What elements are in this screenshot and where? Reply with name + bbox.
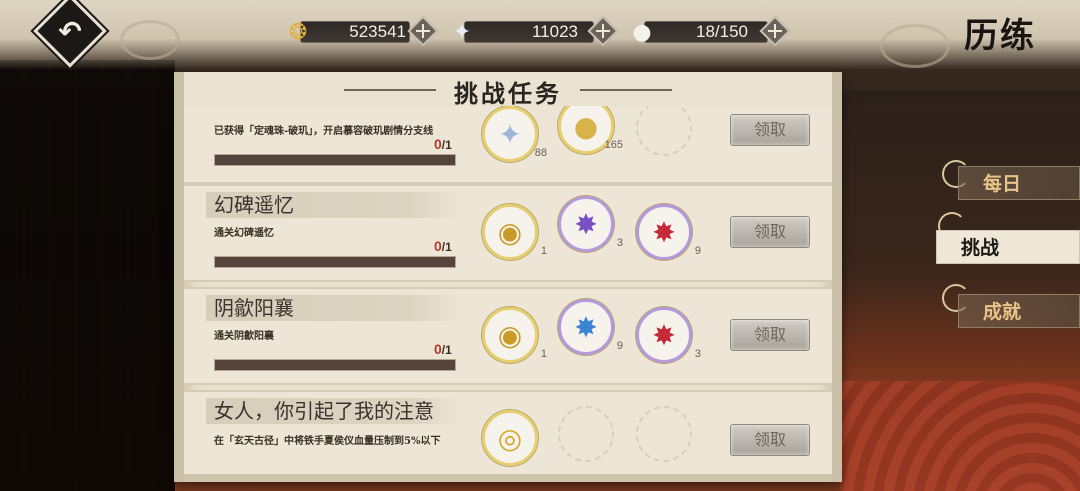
resource-crystals: ✦ 11023 xyxy=(446,15,619,47)
challenge-task-panel: 已获得「定魂珠-破玑」，开启慕容破玑剧情分支线 0/1 ✦ 88 ● 165 领取 … xyxy=(174,72,842,482)
reward-red-crystal[interactable]: ✸ 9 xyxy=(636,204,701,260)
reward-red-crystal[interactable]: ✸ 3 xyxy=(636,307,701,363)
tab-challenge[interactable]: 挑战 xyxy=(936,230,1080,264)
panel-title: 挑战任务 xyxy=(454,79,562,108)
stamina-value: 18/150 xyxy=(696,22,748,41)
claim-button[interactable]: 领取 xyxy=(730,319,810,351)
task-progress-bar xyxy=(214,256,456,268)
task-description: 已获得「定魂珠-破玑」，开启慕容破玑剧情分支线 xyxy=(214,126,434,137)
reward-blue-crystal[interactable]: ✸ 9 xyxy=(558,299,623,355)
reward-empty-slot xyxy=(636,100,692,156)
task-row: 女人，你引起了我的注意 在「玄天古径」中将铁手夏侯仪血量压制到5%以下 ◎ 领取 xyxy=(184,390,832,482)
claim-button[interactable]: 领取 xyxy=(730,114,810,146)
reward-coin[interactable]: ◎ xyxy=(482,410,538,466)
task-progress-bar xyxy=(214,359,456,371)
task-progress-count: 0/1 xyxy=(434,238,452,254)
cloud-swirl-decoration xyxy=(880,24,950,68)
title-divider xyxy=(344,89,436,91)
reward-gold-medallion[interactable]: ◉ 1 xyxy=(482,204,547,260)
resource-coins: ❂ 523541 xyxy=(282,15,439,47)
task-row: 阴歙阳襄 通关阴歙阳襄 0/1 ◉ 1 ✸ 9 ✸ 3 领取 xyxy=(184,287,832,385)
task-row: 幻碑遥忆 通关幻碑遥忆 0/1 ◉ 1 ✸ 3 ✸ 9 领取 xyxy=(184,184,832,282)
coin-icon: ❂ xyxy=(288,19,308,45)
task-description: 通关幻碑遥忆 xyxy=(214,228,274,239)
task-name: 阴歙阳襄 xyxy=(206,295,464,321)
task-progress-bar xyxy=(214,154,456,166)
coins-value: 523541 xyxy=(349,22,406,41)
page-title: 历练 xyxy=(964,16,1036,56)
tab-achievement[interactable]: 成就 xyxy=(958,294,1080,328)
resource-stamina: ● 18/150 xyxy=(626,15,791,47)
task-name: 女人，你引起了我的注意 xyxy=(206,398,464,424)
panel-bottom-edge xyxy=(184,474,832,482)
reward-empty-slot xyxy=(558,406,614,462)
crystals-value: 11023 xyxy=(531,22,578,41)
reward-star-crystal[interactable]: ✦ 88 xyxy=(482,106,547,162)
background-lattice xyxy=(0,60,175,491)
task-name: 幻碑遥忆 xyxy=(206,192,464,218)
reward-purple-crystal[interactable]: ✸ 3 xyxy=(558,196,623,252)
reward-gold-medallion[interactable]: ◉ 1 xyxy=(482,307,547,363)
panel-header: 挑战任务 xyxy=(184,72,832,108)
claim-button[interactable]: 领取 xyxy=(730,216,810,248)
background-carpet xyxy=(840,381,1080,491)
reward-gold-egg[interactable]: ● 165 xyxy=(558,98,623,154)
task-description: 在「玄天古径」中将铁手夏侯仪血量压制到5%以下 xyxy=(214,436,441,447)
cloud-swirl-decoration xyxy=(120,20,180,60)
back-arrow-icon: ↶ xyxy=(58,14,82,48)
task-progress-count: 0/1 xyxy=(434,341,452,357)
rice-ball-icon: ● xyxy=(632,19,652,45)
reward-empty-slot xyxy=(636,406,692,462)
claim-button[interactable]: 领取 xyxy=(730,424,810,456)
task-progress-count: 0/1 xyxy=(434,136,452,152)
title-divider xyxy=(580,89,672,91)
star-crystal-icon: ✦ xyxy=(452,19,472,45)
tab-daily[interactable]: 每日 xyxy=(958,166,1080,200)
task-description: 通关阴歙阳襄 xyxy=(214,331,274,342)
